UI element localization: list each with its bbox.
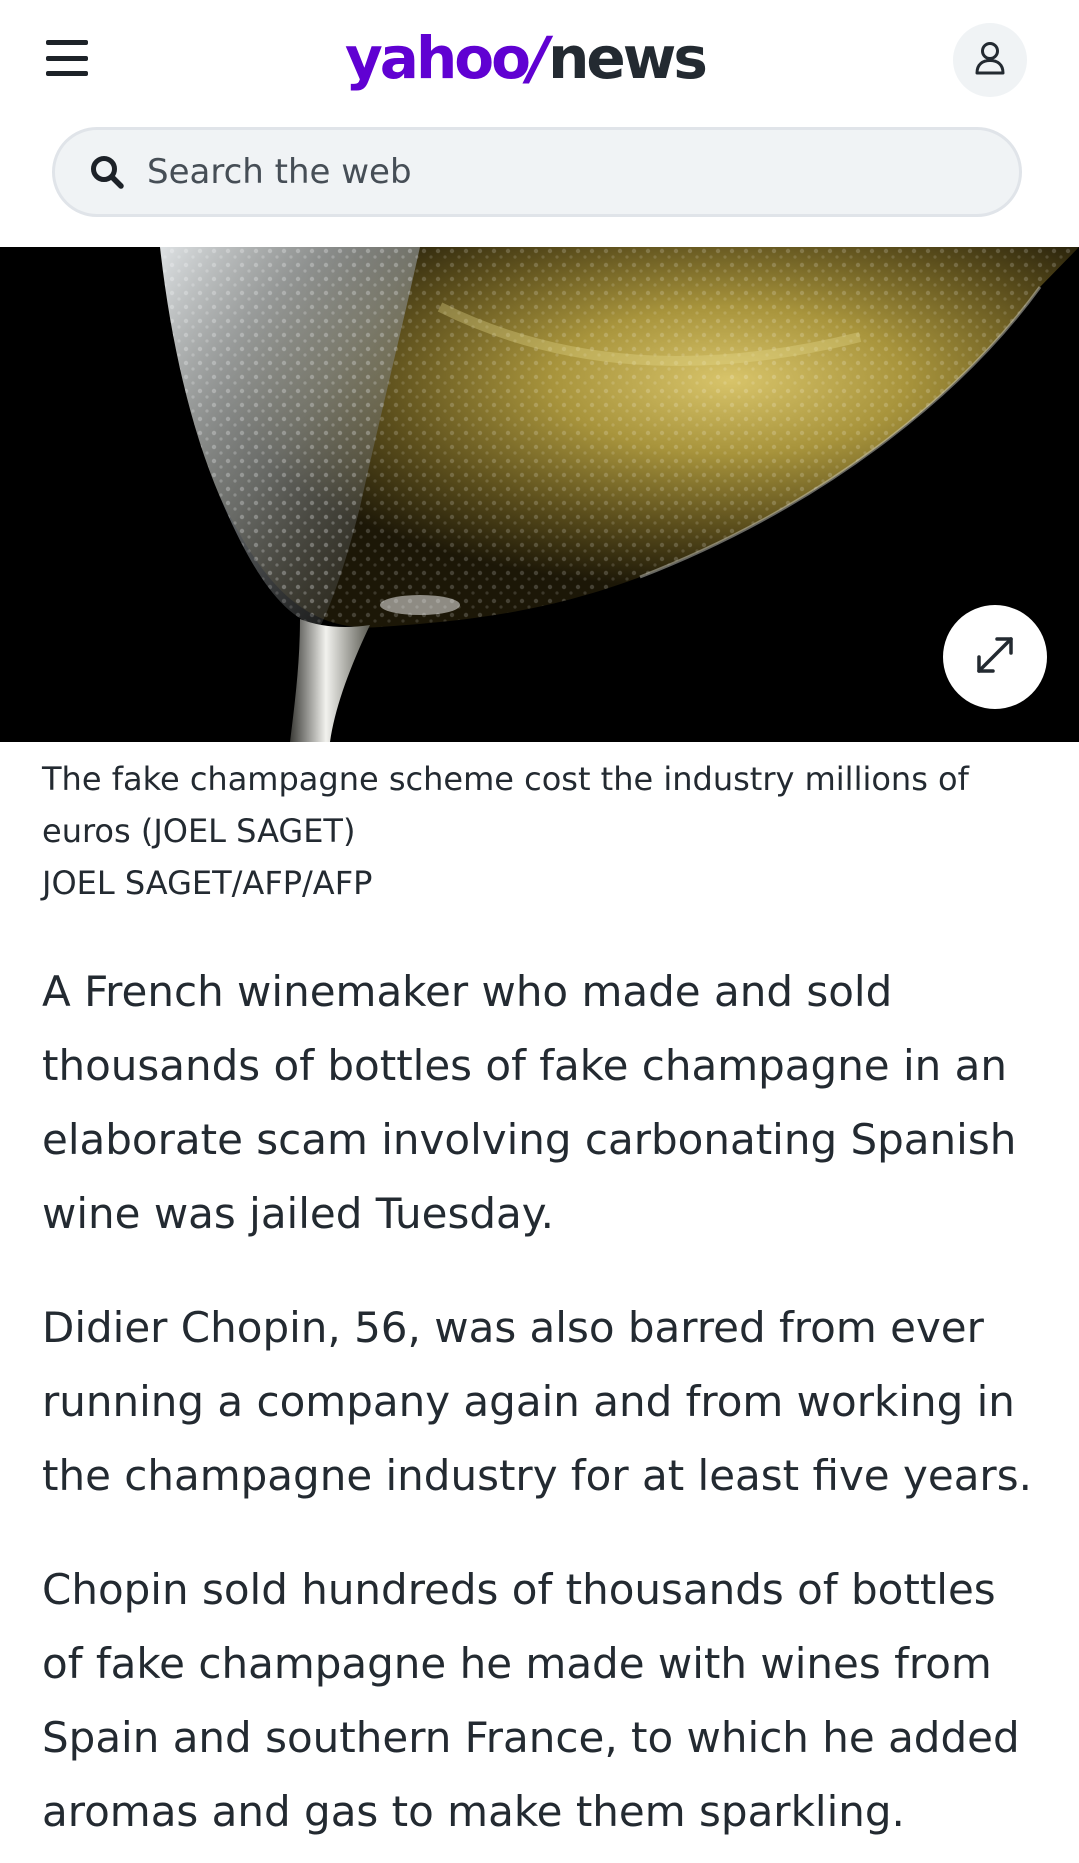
article-paragraph: Didier Chopin, 56, was also barred from … — [42, 1303, 1032, 1500]
hamburger-menu-icon[interactable] — [46, 40, 90, 76]
hero-image[interactable] — [0, 247, 1079, 742]
logo-slash: / — [527, 24, 549, 92]
article-paragraph: A French winemaker who made and sold tho… — [42, 967, 1017, 1238]
expand-icon — [973, 633, 1017, 681]
article-paragraph: Chopin sold hundreds of thousands of bot… — [42, 1565, 1020, 1836]
article-body: A French winemaker who made and sold tho… — [42, 955, 1042, 1863]
account-button[interactable] — [953, 23, 1027, 97]
search-icon[interactable] — [89, 154, 125, 190]
logo-yahoo: yahoo — [345, 24, 531, 92]
yahoo-news-logo[interactable]: yahoo / news — [345, 18, 708, 98]
caption-text: The fake champagne scheme cost the indus… — [42, 760, 969, 850]
search-bar[interactable] — [52, 127, 1022, 217]
photo-credit: JOEL SAGET/AFP/AFP — [42, 864, 373, 902]
article-page: yahoo / news Search the web The fake cha… — [0, 0, 1079, 1863]
logo-news: news — [548, 24, 708, 92]
user-icon — [974, 41, 1006, 79]
top-header: yahoo / news — [0, 0, 1079, 118]
expand-image-button[interactable] — [943, 605, 1047, 709]
search-input[interactable] — [145, 151, 969, 193]
image-caption: The fake champagne scheme cost the indus… — [42, 753, 1042, 909]
champagne-glass-photo — [0, 247, 1079, 742]
